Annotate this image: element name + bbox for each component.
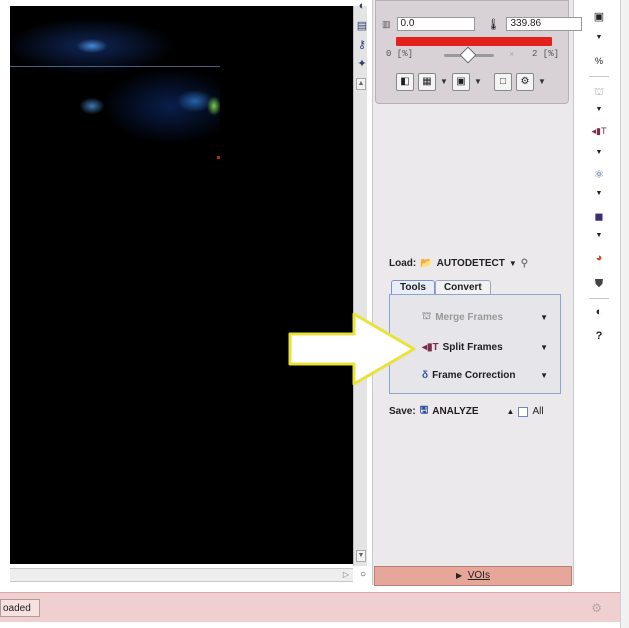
viewport-side-tools: ◐ ▤ ⚷ ✦ — [355, 0, 369, 80]
min-value-field[interactable]: 0.0 — [396, 17, 475, 31]
slider-close-icon[interactable]: × — [509, 49, 514, 59]
square-icon[interactable]: ◼ — [585, 210, 613, 223]
frame-icon[interactable]: □ — [494, 73, 512, 91]
chevron-down-icon[interactable]: ▼ — [585, 232, 613, 239]
display-settings-box: ▥ 0.0 🌡 339.86 0 [%] × 2 [%] ◧ ▦ ▼ ▣ ▼ □… — [375, 0, 583, 104]
status-bar: oaded ⚙ — [0, 592, 620, 622]
folder-icon[interactable]: 📂 — [420, 258, 432, 269]
molecule-icon[interactable]: ⚛ — [585, 168, 613, 181]
grid-icon[interactable]: ▦ — [418, 73, 436, 91]
chevron-up-icon[interactable]: ▲ — [507, 407, 515, 416]
color-range-bar[interactable] — [396, 37, 552, 46]
chevron-down-icon[interactable]: ▼ — [585, 190, 613, 197]
chevron-down-icon[interactable]: ▼ — [440, 77, 448, 86]
pie-icon[interactable]: ◕ — [585, 252, 613, 264]
status-message: oaded — [0, 599, 40, 617]
scan-image — [10, 6, 220, 158]
settings-icon[interactable]: ⚙ — [516, 73, 534, 91]
scroll-down-arrow[interactable]: ▼ — [356, 550, 366, 562]
pin-icon[interactable]: ✦ — [355, 57, 369, 76]
layout-icon[interactable]: ▣ — [452, 73, 470, 91]
all-label: All — [532, 406, 544, 417]
merge-frames-row: ⛫ Merge Frames ▼ — [400, 307, 550, 327]
split-frames-icon: ◂▮T — [422, 341, 439, 353]
frame-correction-row: δ Frame Correction ▼ — [400, 365, 550, 385]
scale-icon[interactable]: % — [585, 56, 613, 66]
thermometer-icon: 🌡 — [486, 18, 501, 31]
contrast-icon[interactable]: ◐ — [585, 306, 613, 318]
scroll-right-arrow[interactable]: ▷ — [343, 570, 349, 579]
tab-tools[interactable]: Tools — [391, 280, 435, 294]
chevron-down-icon[interactable]: ▼ — [540, 371, 548, 380]
floppy-disk-icon[interactable]: 🖫 — [420, 403, 429, 420]
divider — [589, 298, 609, 299]
load-format[interactable]: AUTODETECT — [437, 258, 505, 269]
divider — [589, 76, 609, 77]
vois-button[interactable]: ▶ VOIs — [374, 566, 572, 586]
circle-icon[interactable]: ○ — [357, 569, 369, 581]
chevron-down-icon[interactable]: ▼ — [585, 149, 613, 156]
chevron-down-icon[interactable]: ▼ — [585, 106, 613, 113]
gear-icon[interactable]: ⚙ — [591, 601, 602, 615]
min-icon: ▥ — [382, 18, 391, 29]
pin-icon[interactable]: ⚲ — [521, 258, 528, 269]
contrast-toggle-icon[interactable]: ◧ — [396, 73, 414, 91]
slider-min-label: 0 [%] — [386, 49, 414, 59]
terminal-icon[interactable]: ▣ — [585, 10, 613, 23]
merge-icon: ⛫ — [422, 310, 432, 322]
slider-thumb[interactable] — [459, 46, 477, 64]
marker-dot — [217, 156, 220, 159]
split-frames-icon[interactable]: ◂▮T — [585, 126, 613, 137]
load-label: Load: — [389, 258, 417, 269]
load-row: Load: 📂 AUTODETECT ▼ ⚲ — [389, 258, 528, 269]
contrast-icon[interactable]: ◐ — [355, 0, 369, 19]
tab-convert[interactable]: Convert — [434, 280, 491, 294]
horizontal-scrollbar[interactable]: ▷ — [10, 568, 353, 582]
vois-label: VOIs — [467, 570, 490, 581]
frame-correction-button[interactable]: Frame Correction — [432, 370, 515, 381]
chevron-down-icon[interactable]: ▼ — [540, 343, 548, 352]
right-toolbar: ▣ ▼ % ⛫ ▼ ◂▮T ▼ ⚛ ▼ ◼ ▼ ◕ ⛊ ◐ ? — [585, 6, 613, 346]
max-value-field[interactable]: 339.86 — [506, 17, 583, 31]
chevron-down-icon[interactable]: ▼ — [540, 313, 548, 322]
bookmark-icon[interactable]: ⛫ — [585, 86, 613, 100]
chevron-down-icon[interactable]: ▼ — [474, 77, 482, 86]
save-format[interactable]: ANALYZE — [432, 406, 478, 417]
frame-correction-icon: δ — [422, 369, 429, 381]
help-icon[interactable]: ? — [585, 330, 613, 342]
printer-icon[interactable]: ▤ — [355, 19, 369, 38]
tab-bar: Tools Convert — [391, 280, 491, 294]
vertical-scrollbar[interactable]: ▲ ▼ — [353, 6, 367, 566]
save-row: Save: 🖫 ANALYZE ▲ All — [389, 403, 544, 420]
slider-max-label: 2 [%] — [532, 49, 560, 59]
crosshair-line — [10, 66, 220, 67]
image-viewport[interactable] — [10, 6, 353, 564]
save-label: Save: — [389, 406, 416, 417]
all-checkbox[interactable] — [518, 406, 529, 417]
chevron-down-icon[interactable]: ▼ — [585, 34, 613, 41]
key-icon[interactable]: ⚷ — [355, 38, 369, 57]
tools-panel: ▥ 0.0 🌡 339.86 0 [%] × 2 [%] ◧ ▦ ▼ ▣ ▼ □… — [372, 0, 583, 585]
split-frames-button[interactable]: Split Frames — [443, 342, 503, 353]
chevron-down-icon[interactable]: ▼ — [538, 77, 546, 86]
merge-frames-button[interactable]: Merge Frames — [435, 312, 503, 323]
annotation-arrow-icon — [288, 312, 416, 386]
split-frames-row: ◂▮T Split Frames ▼ — [400, 337, 550, 357]
window-edge — [620, 0, 629, 628]
shield-icon[interactable]: ⛊ — [585, 278, 613, 291]
play-icon: ▶ — [456, 571, 463, 580]
chevron-down-icon[interactable]: ▼ — [509, 259, 517, 268]
